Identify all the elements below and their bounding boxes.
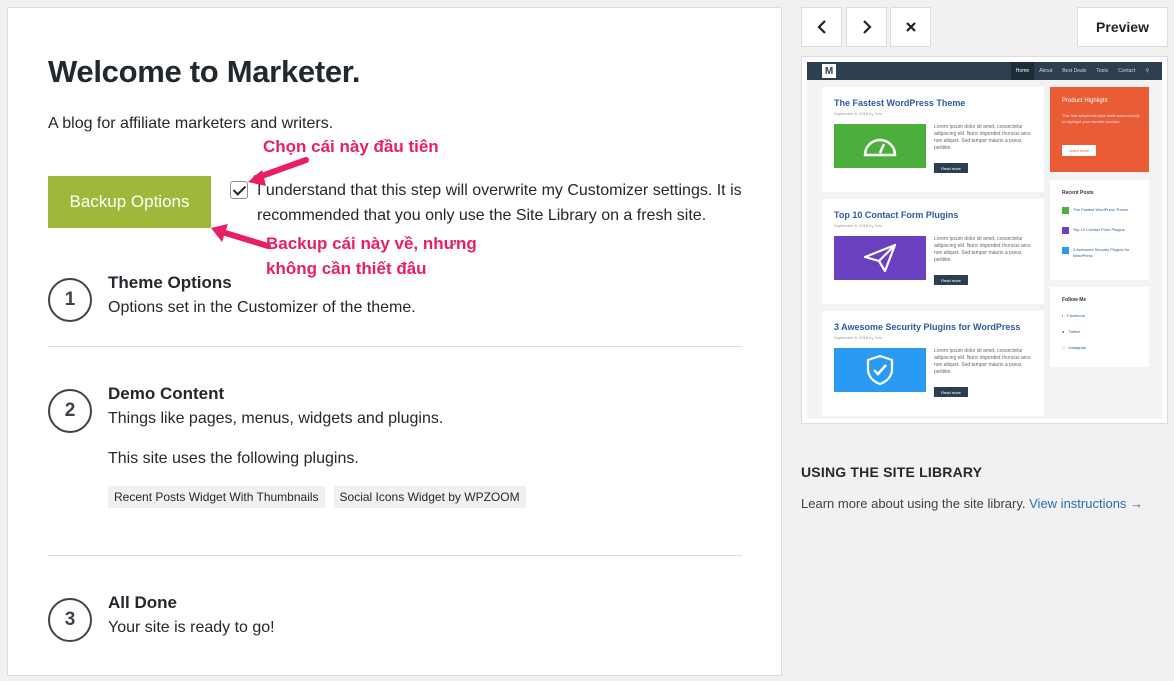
site-description: A blog for affiliate marketers and write… bbox=[48, 115, 334, 132]
plugin-tag: Social Icons Widget by WPZOOM bbox=[333, 486, 526, 508]
page-title: Welcome to Marketer. bbox=[48, 54, 361, 89]
thumb-recent-posts: Recent Posts The Fastest WordPress Theme… bbox=[1050, 180, 1149, 280]
thumb-product-highlight: Product Highlight This first widget will… bbox=[1050, 87, 1149, 172]
follow-item: ● Twitter bbox=[1062, 329, 1081, 334]
site-library-heading: USING THE SITE LIBRARY bbox=[801, 464, 983, 480]
thumb-post-meta: September 8, 2018 by Tom bbox=[834, 223, 882, 228]
site-library-text: Learn more about using the site library. bbox=[801, 496, 1026, 511]
recent-post-item: Top 10 Contact Form Plugins bbox=[1062, 227, 1142, 234]
annotation-line: Backup cái này về, nhưng bbox=[266, 234, 477, 253]
view-instructions-link[interactable]: View instructions → bbox=[1029, 496, 1143, 511]
step-number: 3 bbox=[48, 598, 92, 642]
plugin-list: Recent Posts Widget With Thumbnails Soci… bbox=[108, 486, 748, 508]
previous-theme-button[interactable] bbox=[801, 7, 842, 47]
overwrite-confirm[interactable]: I understand that this step will overwri… bbox=[230, 178, 750, 228]
follow-item: f Facebook bbox=[1062, 313, 1085, 318]
follow-title: Follow Me bbox=[1062, 297, 1087, 303]
site-library-description: Learn more about using the site library.… bbox=[801, 496, 1143, 511]
annotation-select-first: Chọn cái này đầu tiên bbox=[263, 137, 439, 156]
thumb-logo: M bbox=[822, 64, 836, 78]
step-number: 2 bbox=[48, 389, 92, 433]
thumb-menu-item: Contact bbox=[1118, 68, 1136, 74]
step-description: Things like pages, menus, widgets and pl… bbox=[108, 410, 444, 427]
thumb-menu-item: About bbox=[1039, 68, 1053, 74]
thumb-post: 3 Awesome Security Plugins for WordPress… bbox=[822, 311, 1044, 416]
recent-posts-title: Recent Posts bbox=[1062, 190, 1094, 196]
confirm-checkbox[interactable] bbox=[230, 181, 248, 199]
thumb-post-meta: September 8, 2018 by Tom bbox=[834, 335, 882, 340]
step-description: Options set in the Customizer of the the… bbox=[108, 299, 416, 316]
facebook-icon: f bbox=[1062, 313, 1064, 318]
next-theme-button[interactable] bbox=[846, 7, 887, 47]
recent-post-item: The Fastest WordPress Theme bbox=[1062, 207, 1142, 214]
step-number: 1 bbox=[48, 278, 92, 322]
thumb-post-image bbox=[834, 236, 926, 280]
recent-post-item: 3 Awesome Security Plugins for WordPress bbox=[1062, 247, 1142, 259]
plugins-intro: This site uses the following plugins. bbox=[108, 450, 359, 467]
paper-plane-icon bbox=[863, 243, 897, 273]
thumb-post-meta: September 8, 2018 by Tom bbox=[834, 111, 882, 116]
thumb-menu-item: Tools bbox=[1096, 68, 1109, 74]
confirm-label: I understand that this step will overwri… bbox=[257, 182, 742, 224]
preview-button[interactable]: Preview bbox=[1077, 7, 1168, 47]
thumb-post-title: Top 10 Contact Form Plugins bbox=[834, 210, 959, 220]
thumb-post-excerpt: Lorem ipsum dolor sit amet, consectetur … bbox=[934, 348, 1031, 375]
thumb-post-image bbox=[834, 124, 926, 168]
chevron-right-icon bbox=[862, 20, 872, 34]
thumb-read-more: Read more bbox=[934, 163, 968, 173]
shield-check-icon bbox=[866, 354, 894, 386]
plugin-tag: Recent Posts Widget With Thumbnails bbox=[108, 486, 325, 508]
thumb-menu-item: Home bbox=[1010, 62, 1035, 80]
annotation-line: không cần thiết đâu bbox=[266, 259, 427, 278]
twitter-icon: ● bbox=[1062, 329, 1065, 334]
highlight-title: Product Highlight bbox=[1062, 98, 1108, 104]
search-icon: ⚲ bbox=[1145, 68, 1149, 74]
step-description: Your site is ready to go! bbox=[108, 619, 275, 636]
divider bbox=[48, 346, 742, 347]
backup-options-button[interactable]: Backup Options bbox=[48, 176, 211, 228]
thumb-post-excerpt: Lorem ipsum dolor sit amet, consectetur … bbox=[934, 124, 1031, 151]
close-icon bbox=[905, 22, 916, 32]
thumb-post: The Fastest WordPress Theme September 8,… bbox=[822, 87, 1044, 192]
divider bbox=[48, 555, 742, 556]
thumb-post-excerpt: Lorem ipsum dolor sit amet, consectetur … bbox=[934, 236, 1031, 263]
thumb-post: Top 10 Contact Form Plugins September 8,… bbox=[822, 199, 1044, 304]
step-title: Demo Content bbox=[108, 384, 225, 403]
thumb-post-title: 3 Awesome Security Plugins for WordPress bbox=[834, 322, 1021, 332]
thumb-read-more: Read more bbox=[934, 387, 968, 397]
thumb-follow-me: Follow Me f Facebook ● Twitter □ Instagram bbox=[1050, 287, 1149, 367]
highlight-text: This first widget will style itself auto… bbox=[1062, 113, 1140, 124]
chevron-left-icon bbox=[816, 20, 826, 34]
annotation-backup: Backup cái này về, nhưng không cần thiết… bbox=[266, 231, 477, 281]
instagram-icon: □ bbox=[1062, 345, 1065, 350]
thumb-post-title: The Fastest WordPress Theme bbox=[834, 98, 966, 108]
theme-screenshot[interactable]: M Home About Best Deals Tools Contact ⚲ … bbox=[801, 56, 1168, 424]
setup-panel: Welcome to Marketer. A blog for affiliat… bbox=[7, 7, 782, 676]
thumb-post-image bbox=[834, 348, 926, 392]
thumb-navbar: M Home About Best Deals Tools Contact ⚲ bbox=[807, 62, 1162, 80]
follow-item: □ Instagram bbox=[1062, 345, 1087, 350]
thumb-menu-item: Best Deals bbox=[1062, 68, 1087, 74]
step-title: All Done bbox=[108, 593, 177, 612]
close-button[interactable] bbox=[890, 7, 931, 47]
highlight-button: Learn more bbox=[1062, 145, 1096, 156]
thumb-menu: Home About Best Deals Tools Contact ⚲ bbox=[1010, 62, 1154, 80]
speedometer-icon bbox=[863, 138, 897, 157]
thumb-read-more: Read more bbox=[934, 275, 968, 285]
